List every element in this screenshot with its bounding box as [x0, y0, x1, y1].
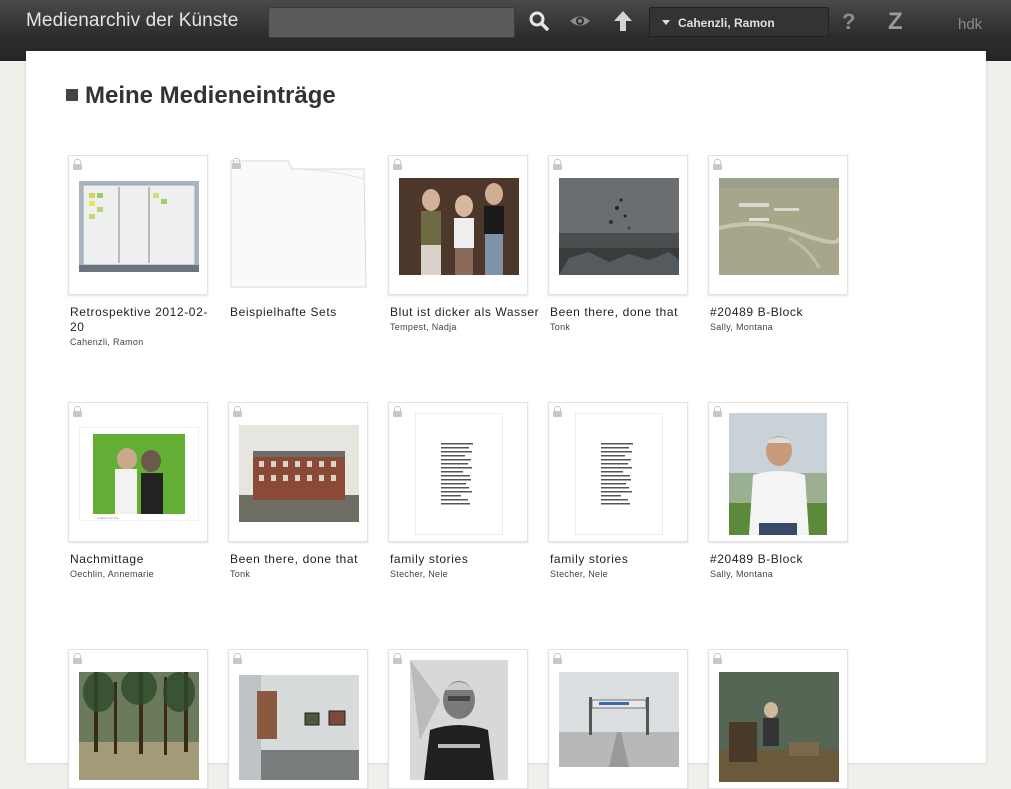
media-card[interactable]	[68, 649, 208, 789]
lock-icon	[73, 653, 82, 664]
lock-icon	[233, 406, 242, 417]
media-card[interactable]	[708, 402, 848, 542]
lock-icon	[553, 406, 562, 417]
media-meta: Beispielhafte Sets	[230, 305, 380, 322]
media-thumbnail	[729, 413, 827, 535]
media-meta: Nachmittage Oechlin, Annemarie	[70, 552, 220, 579]
media-author[interactable]: Tempest, Nadja	[390, 322, 540, 332]
media-thumbnail	[239, 425, 359, 522]
media-card[interactable]	[68, 155, 208, 295]
media-title[interactable]: Retrospektive 2012-02-20	[70, 305, 220, 335]
search-icon[interactable]	[528, 10, 550, 32]
media-thumbnail	[415, 413, 503, 535]
lock-icon	[232, 158, 241, 169]
media-card[interactable]	[708, 649, 848, 789]
lock-icon	[553, 159, 562, 170]
media-thumbnail	[79, 181, 199, 272]
media-title[interactable]: #20489 B-Block	[710, 552, 860, 567]
lock-icon	[73, 406, 82, 417]
media-card[interactable]	[548, 649, 688, 789]
main-panel: Meine Medieneinträge Retrospektive 2012-…	[26, 51, 986, 789]
upload-arrow-icon[interactable]	[612, 10, 634, 32]
media-meta: Been there, done that Tonk	[230, 552, 380, 579]
media-card[interactable]	[708, 155, 848, 295]
help-button[interactable]: ?	[842, 9, 855, 35]
app-title[interactable]: Medienarchiv der Künste	[26, 10, 238, 32]
media-thumbnail	[399, 178, 519, 275]
media-title[interactable]: family stories	[390, 552, 540, 567]
media-meta: Blut ist dicker als Wasser Tempest, Nadja	[390, 305, 540, 332]
media-card[interactable]	[388, 649, 528, 789]
media-meta: #20489 B-Block Sally, Montana	[710, 305, 860, 332]
media-card[interactable]	[548, 155, 688, 295]
media-card[interactable]	[548, 402, 688, 542]
media-thumbnail: Caption text line	[79, 427, 199, 521]
media-meta: Retrospektive 2012-02-20 Cahenzli, Ramon	[70, 305, 220, 347]
title-square-icon	[66, 88, 78, 101]
media-card[interactable]	[228, 649, 368, 789]
user-name: Cahenzli, Ramon	[678, 16, 775, 30]
lock-icon	[233, 653, 242, 664]
media-card[interactable]	[228, 402, 368, 542]
search-input[interactable]	[268, 7, 515, 38]
eye-icon[interactable]	[569, 10, 591, 32]
media-thumbnail	[719, 178, 839, 275]
media-card[interactable]	[388, 155, 528, 295]
page-title-text: Meine Medieneinträge	[85, 82, 336, 109]
media-meta: Been there, done that Tonk	[550, 305, 700, 332]
media-card[interactable]	[388, 402, 528, 542]
media-title[interactable]: Nachmittage	[70, 552, 220, 567]
user-menu[interactable]: Cahenzli, Ramon	[649, 7, 829, 37]
media-thumbnail	[559, 178, 679, 275]
lock-icon	[393, 406, 402, 417]
media-meta: #20489 B-Block Sally, Montana	[710, 552, 860, 579]
media-card[interactable]	[228, 155, 368, 295]
media-meta: family stories Stecher, Nele	[550, 552, 700, 579]
chevron-down-icon	[662, 20, 670, 25]
lock-icon	[393, 653, 402, 664]
z-logo[interactable]: Z	[888, 8, 903, 36]
media-title[interactable]: Been there, done that	[550, 305, 700, 320]
svg-text:Caption text line: Caption text line	[97, 516, 119, 520]
lock-icon	[713, 406, 722, 417]
media-author[interactable]: Tonk	[230, 569, 380, 579]
media-thumbnail	[719, 672, 839, 782]
media-thumbnail	[575, 413, 663, 535]
media-thumbnail	[410, 660, 508, 780]
lock-icon	[553, 653, 562, 664]
media-author[interactable]: Stecher, Nele	[390, 569, 540, 579]
media-title[interactable]: Blut ist dicker als Wasser	[390, 305, 540, 320]
media-thumbnail	[79, 672, 199, 780]
media-card[interactable]: Caption text line	[68, 402, 208, 542]
media-author[interactable]: Stecher, Nele	[550, 569, 700, 579]
media-title[interactable]: Beispielhafte Sets	[230, 305, 380, 320]
media-author[interactable]: Cahenzli, Ramon	[70, 337, 220, 347]
media-title[interactable]: Been there, done that	[230, 552, 380, 567]
media-thumbnail	[230, 160, 367, 288]
media-author[interactable]: Oechlin, Annemarie	[70, 569, 220, 579]
media-title[interactable]: family stories	[550, 552, 700, 567]
media-author[interactable]: Sally, Montana	[710, 569, 860, 579]
media-author[interactable]: Sally, Montana	[710, 322, 860, 332]
page-title: Meine Medieneinträge	[66, 82, 336, 110]
media-thumbnail	[239, 675, 359, 780]
media-meta: family stories Stecher, Nele	[390, 552, 540, 579]
media-author[interactable]: Tonk	[550, 322, 700, 332]
media-title[interactable]: #20489 B-Block	[710, 305, 860, 320]
media-thumbnail	[559, 672, 679, 767]
lock-icon	[393, 159, 402, 170]
hdk-link[interactable]: hdk	[958, 16, 982, 33]
lock-icon	[73, 159, 82, 170]
lock-icon	[713, 653, 722, 664]
lock-icon	[713, 159, 722, 170]
